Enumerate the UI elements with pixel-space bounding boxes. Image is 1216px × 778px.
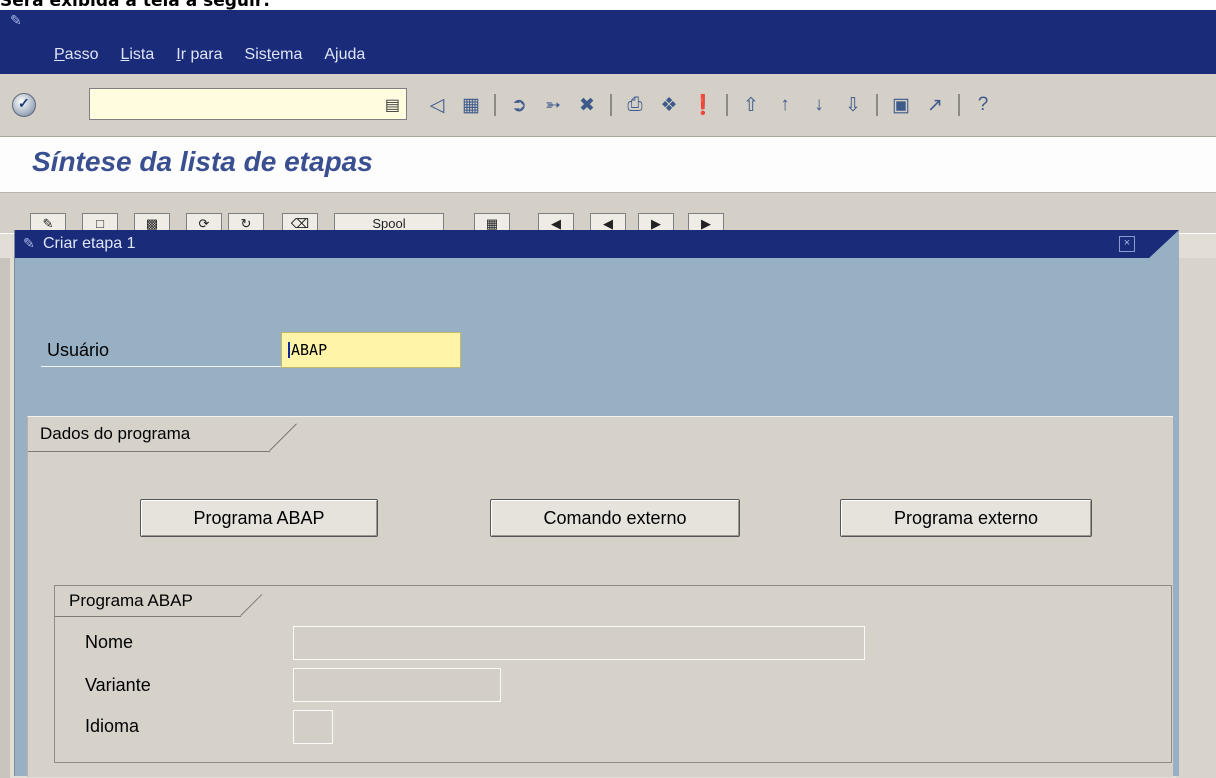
menu-item-2[interactable]: Ir para [176,46,222,64]
toolbar-separator [726,94,728,116]
abap-program-group-title: Programa ABAP [69,591,193,610]
command-history-icon[interactable]: ▤ [385,95,400,115]
program-data-group-title: Dados do programa [40,424,191,443]
help-icon[interactable]: ? [970,92,996,118]
enter-icon[interactable] [12,93,36,117]
create-step-dialog: ✎ Criar etapa 1 × Usuário ABAP Dados do … [14,230,1179,777]
user-value[interactable]: ABAP [291,341,327,359]
menu-item-mnemonic: P [54,46,65,63]
toolbar-separator [494,94,496,116]
prev-page-icon[interactable]: ↑ [772,92,798,118]
background-left-edge [0,258,10,778]
variant-label: Variante [85,675,151,695]
next-page-icon[interactable]: ↓ [806,92,832,118]
toolbar-separator [610,94,612,116]
menu-item-3[interactable]: Sistema [245,46,303,64]
exit-icon[interactable]: ➲ [506,92,532,118]
last-page-icon[interactable]: ⇩ [840,92,866,118]
document-caption: Será exibida a tela a seguir: [0,0,271,11]
menu-item-text: asso [64,46,99,63]
first-page-icon[interactable]: ⇧ [738,92,764,118]
toolbar-separator [876,94,878,116]
new-session-icon[interactable]: ▣ [888,92,914,118]
window-menu-icon[interactable]: ✎ [10,13,22,27]
external-command-button[interactable]: Comando externo [490,499,740,537]
application-toolbar: ✎ □ ▩ ⟳ ↻ ⌫ Spool ▦ ◀ ◀ ▶ ▶ [0,192,1216,235]
dialog-menu-icon[interactable]: ✎ [23,235,35,252]
user-underline [41,366,281,367]
menu-item-1[interactable]: Lista [120,46,154,64]
close-icon[interactable]: × [1119,236,1135,252]
find-icon[interactable]: ❖ [656,92,682,118]
system-toolbar: ▤ ◁ ▦ ➲ ➳ ✖ ⎙ ❖ ❗ ⇧ ↑ ↓ ⇩ ▣ ↗ ? [0,74,1216,137]
program-data-group: Dados do programa Programa ABAP Comando … [27,416,1173,777]
menu-item-text: A [324,46,336,63]
dialog-title-bar: ✎ Criar etapa 1 × [15,230,1179,258]
abap-program-button[interactable]: Programa ABAP [140,499,378,537]
language-label: Idioma [85,716,140,736]
print-icon[interactable]: ⎙ [622,92,648,118]
dialog-title: Criar etapa 1 [43,235,136,252]
tab-edge [240,594,263,616]
tab-edge [269,423,297,451]
background-right-edge [1176,258,1216,778]
title-area: Síntese da lista de etapas [0,137,1216,191]
menu-item-text: r para [180,46,223,63]
tab-edge-bottom [55,616,241,617]
user-label: Usuário [47,340,110,360]
abap-program-group: Programa ABAP Nome Variante Idioma [54,585,1172,763]
menu-item-text: ema [271,46,303,63]
shortcut-icon[interactable]: ↗ [922,92,948,118]
menu-item-text: ista [129,46,155,63]
text-cursor [288,342,290,358]
save-icon[interactable]: ▦ [458,92,484,118]
user-input[interactable]: ABAP [281,332,461,368]
back-icon[interactable]: ◁ [424,92,450,118]
page-title: Síntese da lista de etapas [32,146,373,177]
up-icon[interactable]: ➳ [540,92,566,118]
menu-list: Passo Lista Ir para Sistema Ajuda [54,46,387,64]
toolbar-icons: ◁ ▦ ➲ ➳ ✖ ⎙ ❖ ❗ ⇧ ↑ ↓ ⇩ ▣ ↗ ? [424,92,1004,118]
name-field[interactable] [293,626,865,660]
menu-item-4[interactable]: Ajuda [324,46,365,64]
language-field[interactable] [293,710,333,744]
menu-item-text: uda [338,46,366,63]
find-next-icon[interactable]: ❗ [690,92,716,118]
variant-field[interactable] [293,668,501,702]
menu-item-text: Sis [244,46,267,63]
tab-edge-bottom [28,451,270,452]
cancel-icon[interactable]: ✖ [574,92,600,118]
command-field[interactable]: ▤ [89,88,407,120]
name-label: Nome [85,632,134,652]
menu-item-0[interactable]: Passo [54,46,98,64]
toolbar-separator [958,94,960,116]
menu-bar: ✎ Passo Lista Ir para Sistema Ajuda [0,10,1216,74]
external-program-button[interactable]: Programa externo [840,499,1092,537]
